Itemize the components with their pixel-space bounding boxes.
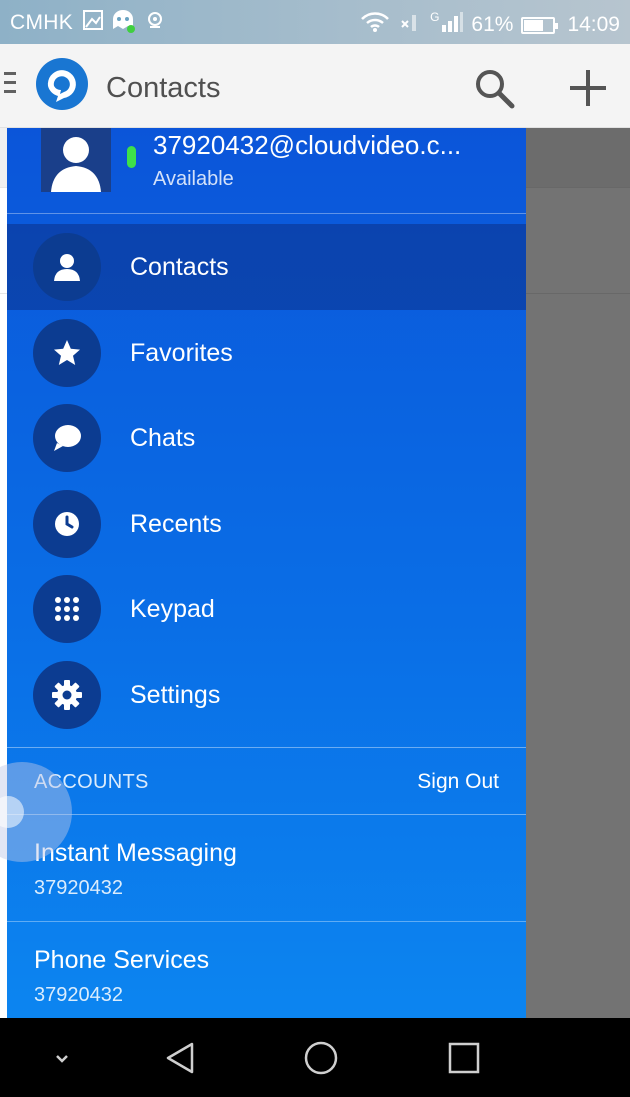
account-phone-services[interactable]: Phone Services 37920432 [7, 921, 526, 1018]
screen: CMHK G 61% 14:09 Contacts 37920432@cloud… [0, 0, 630, 1097]
back-icon[interactable] [160, 1036, 204, 1080]
add-icon[interactable] [566, 66, 610, 110]
person-icon [33, 233, 101, 301]
network-type: G [430, 10, 440, 24]
navigation-drawer: 37920432@cloudvideo.c... Available Conta… [7, 128, 526, 1018]
chat-bubble-icon [33, 404, 101, 473]
account-number: 37920432 [34, 984, 123, 1006]
recents-icon[interactable] [442, 1036, 486, 1080]
nav-item-label: Settings [130, 680, 221, 709]
account-name: Instant Messaging [34, 839, 237, 867]
account-number: 37920432 [34, 877, 123, 899]
accounts-header: ACCOUNTS Sign Out [7, 747, 526, 815]
app-bar: Contacts [0, 44, 630, 128]
drawer-nav-list: Contacts Favorites Chats Recents Keypad … [7, 224, 526, 738]
nav-item-favorites[interactable]: Favorites [7, 310, 526, 396]
nav-item-label: Keypad [130, 595, 215, 624]
drawer-header[interactable]: 37920432@cloudvideo.c... Available [7, 128, 526, 214]
system-nav-bar [0, 1018, 630, 1097]
search-icon[interactable] [470, 64, 518, 112]
clock-time: 14:09 [567, 13, 620, 36]
menu-icon[interactable] [4, 72, 18, 98]
home-icon[interactable] [299, 1036, 343, 1080]
status-right: G 61% 14:09 [360, 10, 620, 39]
wifi-icon [360, 11, 390, 39]
battery-percent: 61% [471, 13, 514, 36]
user-id: 37920432@cloudvideo.c... [153, 130, 462, 160]
account-name: Phone Services [34, 946, 210, 974]
sign-out-button[interactable]: Sign Out [417, 770, 499, 794]
status-bar: CMHK G 61% 14:09 [0, 0, 630, 44]
nav-item-contacts[interactable]: Contacts [7, 224, 526, 310]
nav-item-chats[interactable]: Chats [7, 395, 526, 481]
nav-item-settings[interactable]: Settings [7, 652, 526, 738]
battery-icon [521, 16, 559, 34]
nav-item-recents[interactable]: Recents [7, 481, 526, 567]
nav-item-label: Chats [130, 424, 196, 453]
page-title: Contacts [106, 72, 221, 104]
keypad-icon [33, 575, 101, 644]
image-icon [82, 9, 104, 37]
presence-indicator [127, 146, 136, 168]
nav-item-label: Favorites [130, 338, 233, 367]
carrier-label: CMHK [10, 11, 74, 34]
gear-icon [33, 660, 101, 729]
ghost-app-icon [110, 9, 136, 39]
signal-icon [441, 11, 464, 39]
star-icon [33, 318, 101, 387]
chevron-down-icon[interactable] [40, 1036, 84, 1080]
avatar[interactable] [41, 128, 111, 192]
user-status: Available [153, 168, 234, 190]
location-icon [144, 9, 166, 37]
clock-icon [33, 489, 101, 558]
app-logo-icon [34, 56, 90, 112]
no-sim-icon [398, 11, 422, 39]
nav-item-keypad[interactable]: Keypad [7, 566, 526, 652]
nav-item-label: Recents [130, 509, 222, 538]
account-instant-messaging[interactable]: Instant Messaging 37920432 [7, 815, 526, 921]
dim-overlay[interactable] [526, 128, 630, 1018]
nav-item-label: Contacts [130, 253, 229, 281]
